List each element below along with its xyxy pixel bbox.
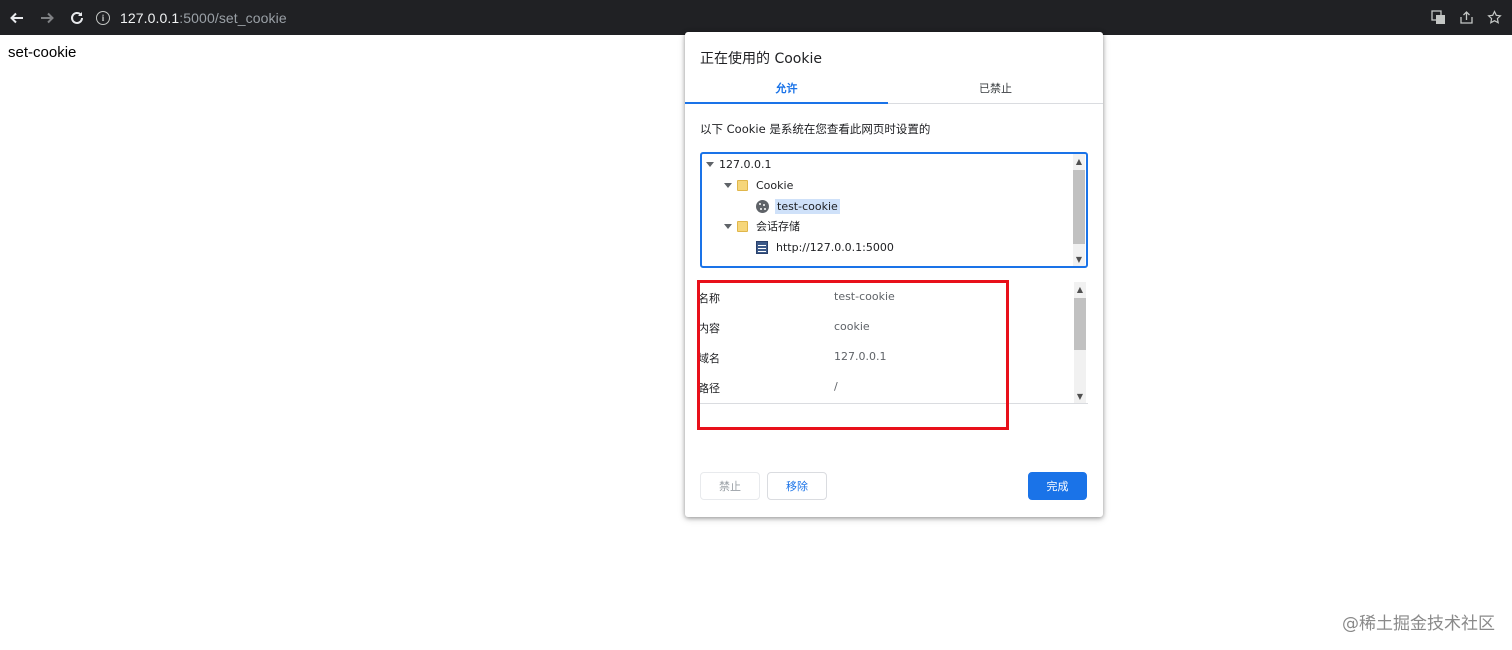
tree-node-cookie-item[interactable]: test-cookie	[756, 196, 840, 216]
cookie-tree[interactable]: 127.0.0.1 Cookie test-cookie 会话存储 http:/…	[700, 152, 1088, 268]
tab-allowed[interactable]: 允许	[685, 78, 888, 104]
tree-site-label: 127.0.0.1	[719, 157, 772, 171]
address-bar[interactable]: i 127.0.0.1:5000/set_cookie	[96, 5, 287, 31]
reload-button[interactable]	[64, 5, 90, 31]
details-scrollbar-thumb[interactable]	[1074, 298, 1086, 350]
storage-icon	[756, 240, 768, 254]
tree-node-session-item[interactable]: http://127.0.0.1:5000	[756, 237, 894, 257]
details-scrollbar[interactable]: ▲ ▼	[1074, 282, 1086, 403]
highlight-annotation-box	[697, 280, 1009, 430]
scroll-up-icon[interactable]: ▲	[1073, 155, 1085, 167]
tab-blocked[interactable]: 已禁止	[888, 78, 1103, 103]
watermark-text: @稀土掘金技术社区	[1342, 614, 1495, 634]
block-button[interactable]: 禁止	[700, 472, 760, 500]
url-text: 127.0.0.1:5000/set_cookie	[120, 10, 287, 26]
cookies-dialog: 正在使用的 Cookie 允许 已禁止 以下 Cookie 是系统在您查看此网页…	[685, 32, 1103, 517]
dialog-description: 以下 Cookie 是系统在您查看此网页时设置的	[700, 122, 931, 136]
share-icon[interactable]	[1458, 10, 1474, 26]
remove-button[interactable]: 移除	[767, 472, 827, 500]
scroll-up-icon[interactable]: ▲	[1074, 283, 1086, 295]
scroll-down-icon[interactable]: ▼	[1074, 390, 1086, 402]
dialog-title: 正在使用的 Cookie	[700, 51, 822, 67]
translate-icon[interactable]	[1430, 10, 1446, 26]
site-info-icon[interactable]: i	[96, 10, 110, 25]
back-arrow-icon	[10, 12, 23, 23]
tree-session-folder-label: 会话存储	[756, 220, 800, 233]
reload-icon	[71, 11, 83, 24]
tree-cookie-folder-label: Cookie	[756, 178, 794, 192]
folder-icon	[737, 220, 748, 232]
dialog-tabs: 允许 已禁止	[685, 78, 1103, 104]
done-button[interactable]: 完成	[1028, 472, 1087, 500]
tree-node-site[interactable]: 127.0.0.1	[706, 154, 771, 174]
url-path: :5000/set_cookie	[179, 9, 287, 26]
page-body-text: set-cookie	[8, 44, 77, 61]
back-button[interactable]	[4, 5, 30, 31]
tree-session-item-label: http://127.0.0.1:5000	[776, 240, 894, 254]
tree-scrollbar-thumb[interactable]	[1073, 170, 1085, 244]
bookmark-star-icon[interactable]	[1486, 10, 1502, 26]
browser-toolbar: i 127.0.0.1:5000/set_cookie	[0, 0, 1512, 35]
expand-triangle-icon[interactable]	[724, 223, 732, 229]
tree-scrollbar[interactable]: ▲ ▼	[1073, 154, 1085, 266]
tree-cookie-item-label: test-cookie	[775, 198, 840, 214]
tree-node-cookie-folder[interactable]: Cookie	[724, 175, 793, 195]
folder-icon	[737, 179, 748, 191]
expand-triangle-icon[interactable]	[724, 182, 732, 188]
toolbar-right-icons	[1430, 0, 1502, 35]
cookie-icon	[756, 199, 769, 213]
expand-triangle-icon[interactable]	[706, 161, 714, 167]
url-host: 127.0.0.1	[120, 9, 180, 26]
tree-node-session-folder[interactable]: 会话存储	[724, 216, 800, 236]
forward-button[interactable]	[34, 5, 60, 31]
forward-arrow-icon	[41, 12, 54, 23]
scroll-down-icon[interactable]: ▼	[1073, 253, 1085, 265]
